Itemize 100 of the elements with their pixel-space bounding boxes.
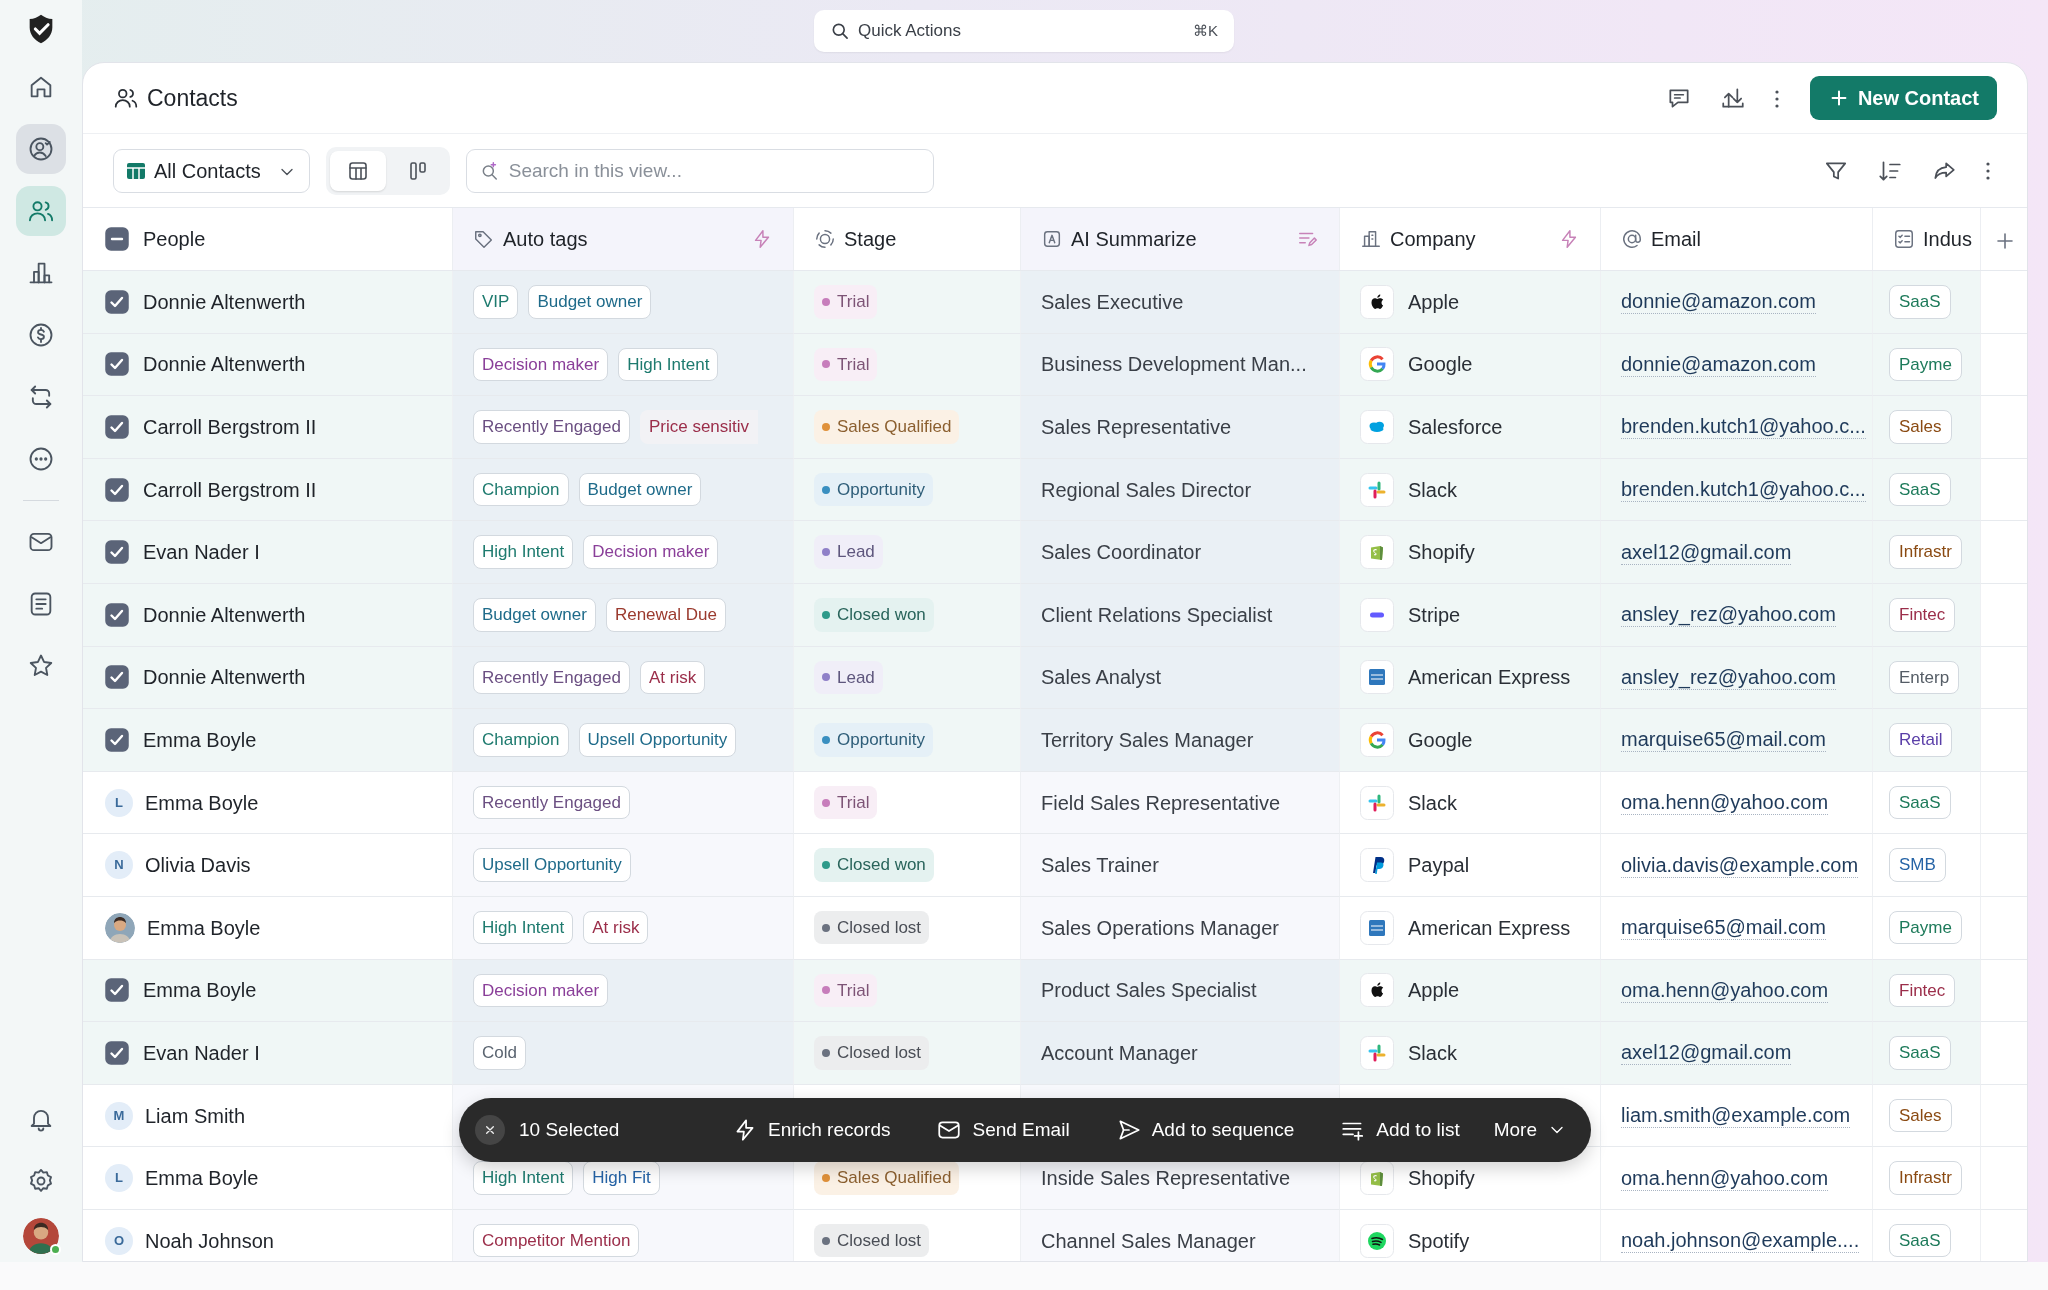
industry-tag: Infrastr [1889,535,1962,569]
tag: High Intent [473,1161,574,1195]
dollar-icon [27,321,55,349]
view-mode-toggle[interactable] [329,150,386,191]
sidebar-item[interactable] [16,124,66,174]
summary-text: Business Development Man... [1041,352,1307,378]
stage-pill: Closed won [814,598,934,632]
company-logo-icon [1360,284,1394,319]
bulk-action-button[interactable]: Add to list [1340,1115,1460,1145]
column-header[interactable]: Auto tags [503,224,588,254]
company-name[interactable]: Shopify [1408,537,1475,568]
person-name[interactable]: Olivia Davis [145,850,251,881]
person-name[interactable]: Liam Smith [145,1100,246,1131]
shortcut-hint: ⌘K [1193,20,1218,41]
stage-pill: Opportunity [814,472,933,507]
column-header[interactable]: Email [1651,224,1701,254]
sidebar-item[interactable] [16,186,66,236]
person-name[interactable]: Evan Nader I [143,1037,260,1068]
column-header[interactable]: Stage [844,224,897,254]
person-name[interactable]: Emma Boyle [143,724,257,755]
quick-actions-button[interactable]: Quick Actions ⌘K [814,10,1234,52]
column-header[interactable]: People [143,224,206,254]
building-icon [1360,228,1382,250]
person-name[interactable]: Emma Boyle [145,787,259,818]
search-icon [830,21,850,41]
company-name[interactable]: Google [1408,724,1473,755]
company-name[interactable]: American Express [1408,912,1571,943]
company-name[interactable]: Apple [1408,975,1460,1006]
company-logo-icon [1360,1035,1394,1070]
company-name[interactable]: Paypal [1408,850,1470,881]
company-name[interactable]: Slack [1408,474,1457,505]
email-link[interactable]: oma.henn@yahoo.com [1621,790,1829,816]
settings-icon [27,1167,55,1195]
column-header[interactable]: AI Summarize [1071,224,1197,254]
tag: Decision maker [473,347,609,382]
bulk-action-button[interactable]: Send Email [936,1115,1070,1145]
row-checkbox[interactable] [105,540,129,565]
email-link[interactable]: olivia.davis@example.com [1621,852,1859,878]
industry-tag: SaaS [1889,285,1951,319]
company-name[interactable]: Shopify [1408,1163,1475,1194]
tag-icon [473,228,495,250]
stage-pill: Trial [814,285,878,319]
row-checkbox[interactable] [105,1040,129,1065]
new-contact-button[interactable]: New Contact [1809,76,1997,120]
row-checkbox[interactable] [105,978,129,1003]
company-name[interactable]: Google [1408,349,1473,380]
tag: Budget owner [473,598,596,632]
industry-tag: Payme [1889,911,1962,945]
more-dropdown[interactable]: More [1493,1115,1567,1145]
bulk-action-button[interactable]: Add to sequence [1115,1115,1295,1145]
stage-icon [814,228,836,250]
row-checkbox[interactable] [105,727,129,752]
tag: Budget owner [578,472,702,507]
view-dropdown[interactable]: All Contacts [113,148,310,193]
row-checkbox[interactable] [105,602,129,627]
company-logo-icon [1360,410,1394,444]
tag: Decision maker [583,535,719,569]
table-icon [126,160,146,181]
email-link[interactable]: oma.henn@yahoo.com [1621,1165,1829,1191]
summary-text: Sales Coordinator [1041,540,1202,566]
summary-text: Sales Trainer [1041,853,1159,879]
company-logo-icon [1360,973,1394,1008]
email-link[interactable]: noah.johnson@example.... [1621,1228,1860,1254]
tag: Recently Engaged [473,410,630,444]
row-checkbox[interactable] [105,352,129,377]
company-name[interactable]: Slack [1408,787,1457,818]
company-name[interactable]: Spotify [1408,1225,1470,1256]
search-field[interactable]: Search in this view... [465,148,934,193]
person-name[interactable]: Emma Boyle [147,912,261,943]
at-icon [1621,228,1643,250]
summary-text: Regional Sales Director [1041,477,1252,503]
column-header[interactable]: Indus [1923,224,1972,254]
column-header[interactable]: Company [1390,224,1476,254]
row-checkbox[interactable] [105,289,129,314]
company-logo-icon [1360,472,1394,507]
bulk-action-button[interactable]: Enrich records [731,1115,891,1145]
tag: Price sensitiv [639,410,759,444]
tag: Champion [473,472,569,507]
email-link[interactable]: marquise65@mail.com [1621,915,1826,941]
person-name[interactable]: Emma Boyle [143,975,257,1006]
tag: Renewal Due [605,598,726,632]
company-name[interactable]: Apple [1408,286,1460,317]
company-logo-icon [1360,535,1394,570]
person-name[interactable]: Evan Nader I [143,537,260,568]
summary-text: Client Relations Specialist [1041,602,1273,628]
row-checkbox[interactable] [105,477,129,502]
person-name[interactable]: Noah Johnson [145,1225,274,1256]
avatar-initial: L [105,1164,133,1193]
email-link[interactable]: liam.smith@example.com [1621,1103,1851,1128]
company-logo-icon [1360,597,1394,632]
company-name[interactable]: Salesforce [1408,412,1503,442]
stage-pill: Sales Qualified [814,1161,960,1195]
close-button[interactable] [475,1115,505,1145]
select-all-checkbox[interactable] [105,227,129,251]
company-logo-icon [1360,785,1394,820]
row-checkbox[interactable] [105,665,129,690]
row-checkbox[interactable] [105,415,129,439]
person-name[interactable]: Emma Boyle [145,1163,259,1194]
company-name[interactable]: Stripe [1408,599,1461,630]
company-name[interactable]: Slack [1408,1037,1457,1068]
